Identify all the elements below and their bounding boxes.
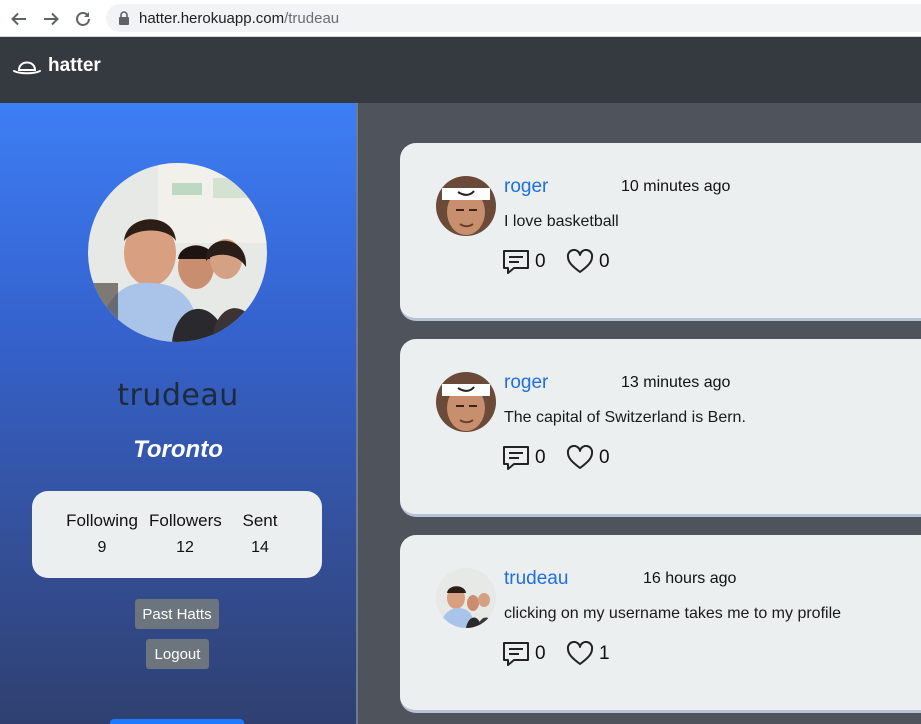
user-avatar[interactable] xyxy=(436,176,496,236)
hatt-text: clicking on my username takes me to my p… xyxy=(504,605,842,622)
comment-count: 0 xyxy=(535,447,546,468)
hatt-card: roger 10 minutes ago I love basketball 0… xyxy=(400,143,921,321)
stat-label: Following xyxy=(66,511,138,530)
reload-icon xyxy=(76,12,90,26)
profile-sidebar: trudeau Toronto Following 9 Followers 12… xyxy=(0,103,358,724)
past-hatts-button[interactable]: Past Hatts xyxy=(135,599,219,629)
stat-value: 14 xyxy=(251,539,269,556)
forward-button[interactable] xyxy=(38,6,64,32)
partial-button[interactable] xyxy=(110,719,244,724)
comment-icon xyxy=(503,446,529,470)
comment-button[interactable]: 0 xyxy=(502,445,546,471)
like-button[interactable]: 0 xyxy=(566,445,610,471)
hatt-card: roger 13 minutes ago The capital of Swit… xyxy=(400,339,921,517)
like-button[interactable]: 0 xyxy=(566,249,610,275)
stat-followers[interactable]: Followers 12 xyxy=(149,511,222,557)
stat-label: Sent xyxy=(242,511,278,530)
bowler-hat-icon xyxy=(13,61,41,75)
app-navbar: hatter xyxy=(0,37,921,103)
comment-button[interactable]: 0 xyxy=(502,249,546,275)
stat-following[interactable]: Following 9 xyxy=(66,511,138,557)
like-count: 0 xyxy=(599,447,610,468)
url-text: hatter.herokuapp.com/trudeau xyxy=(139,10,339,27)
hatt-text: I love basketball xyxy=(504,213,619,230)
url-host: hatter.herokuapp.com xyxy=(139,10,285,27)
url-path: /trudeau xyxy=(284,10,340,27)
profile-avatar xyxy=(88,163,267,342)
comment-count: 0 xyxy=(535,251,546,272)
brand-name: hatter xyxy=(48,55,101,76)
arrow-right-icon xyxy=(44,12,59,26)
hatt-feed: roger 10 minutes ago I love basketball 0… xyxy=(360,103,921,724)
hatt-username-link[interactable]: roger xyxy=(504,372,548,394)
logout-button[interactable]: Logout xyxy=(146,639,209,669)
reload-button[interactable] xyxy=(70,6,96,32)
heart-icon xyxy=(566,641,594,665)
stat-sent[interactable]: Sent 14 xyxy=(237,511,283,557)
like-count: 0 xyxy=(599,251,610,272)
browser-toolbar: hatter.herokuapp.com/trudeau xyxy=(0,0,921,37)
like-button[interactable]: 1 xyxy=(566,641,610,667)
hatt-card: trudeau 16 hours ago clicking on my user… xyxy=(400,535,921,713)
hatt-username-link[interactable]: trudeau xyxy=(504,568,568,590)
comment-icon xyxy=(503,250,529,274)
address-bar[interactable]: hatter.herokuapp.com/trudeau xyxy=(106,4,921,32)
stat-value: 9 xyxy=(97,539,107,556)
stat-value: 12 xyxy=(176,539,194,556)
comment-count: 0 xyxy=(535,643,546,664)
heart-icon xyxy=(566,445,594,469)
user-avatar[interactable] xyxy=(436,568,496,628)
like-count: 1 xyxy=(599,643,610,664)
arrow-left-icon xyxy=(11,12,26,26)
heart-icon xyxy=(566,249,594,273)
hatt-text: The capital of Switzerland is Bern. xyxy=(504,409,746,426)
lock-icon xyxy=(119,11,129,25)
profile-username: trudeau xyxy=(117,378,239,413)
comment-icon xyxy=(503,642,529,666)
hatt-timestamp: 10 minutes ago xyxy=(621,178,731,195)
profile-city: Toronto xyxy=(133,436,223,463)
stat-label: Followers xyxy=(149,511,222,530)
back-button[interactable] xyxy=(6,6,32,32)
hatt-username-link[interactable]: roger xyxy=(504,176,548,198)
stats-card: Following 9 Followers 12 Sent 14 xyxy=(32,491,322,578)
comment-button[interactable]: 0 xyxy=(502,641,546,667)
user-avatar[interactable] xyxy=(436,372,496,432)
hatt-timestamp: 13 minutes ago xyxy=(621,374,731,391)
brand-link[interactable]: hatter xyxy=(12,54,101,78)
hatt-timestamp: 16 hours ago xyxy=(643,570,737,587)
